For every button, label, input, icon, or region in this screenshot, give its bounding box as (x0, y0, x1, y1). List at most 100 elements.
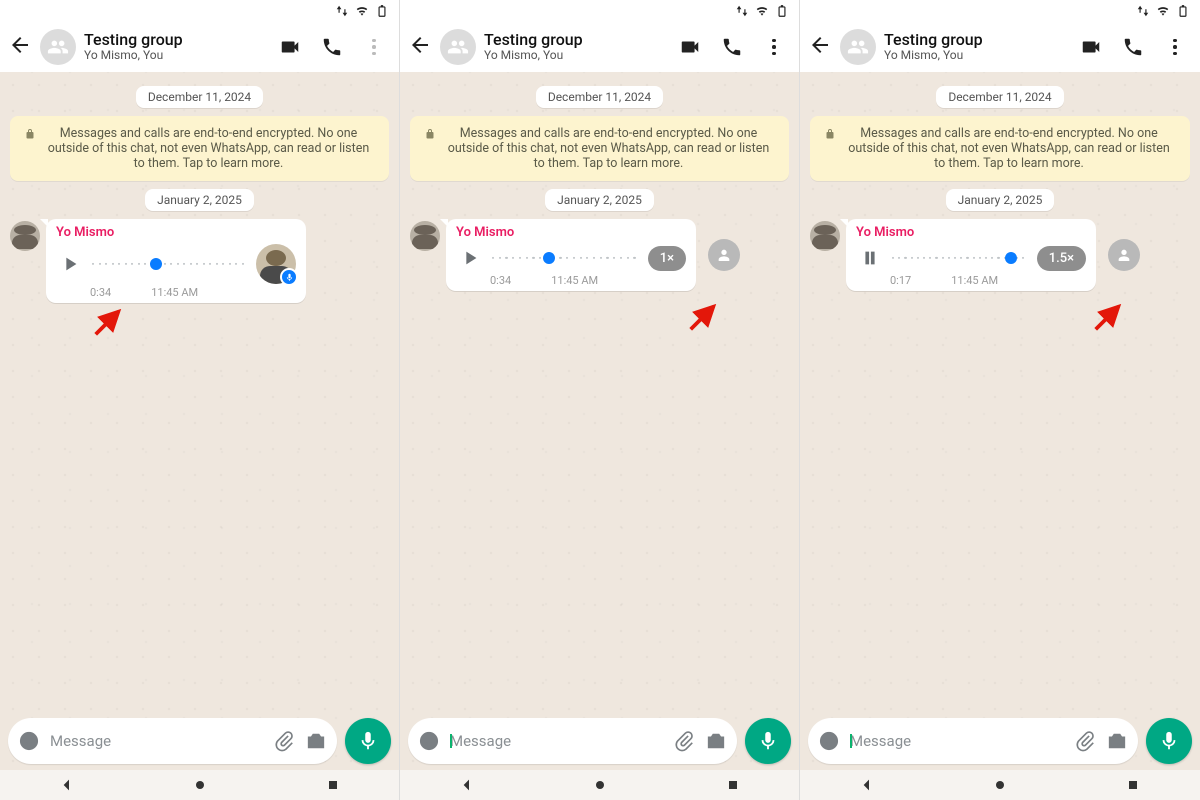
sender-avatar[interactable] (10, 221, 40, 251)
wifi-icon (1156, 4, 1170, 18)
record-voice-button[interactable] (745, 718, 791, 764)
nav-home-icon[interactable] (192, 777, 208, 793)
chat-subtitle: Yo Mismo, You (484, 49, 665, 63)
lock-icon (24, 128, 36, 140)
voice-duration: 0:34 (490, 274, 511, 287)
chat-title-block[interactable]: Testing group Yo Mismo, You (484, 31, 665, 63)
playback-speed-button[interactable]: 1.5× (1037, 246, 1086, 271)
back-button[interactable] (808, 33, 832, 61)
group-avatar[interactable] (440, 29, 476, 65)
encryption-text: Messages and calls are end-to-end encryp… (42, 126, 375, 171)
nav-home-icon[interactable] (992, 777, 1008, 793)
video-call-button[interactable] (673, 36, 707, 58)
sender-avatar[interactable] (810, 221, 840, 251)
screen-1: Testing group Yo Mismo, You December 11,… (0, 0, 400, 800)
group-avatar[interactable] (840, 29, 876, 65)
voice-call-button[interactable] (1116, 36, 1150, 58)
encryption-notice[interactable]: Messages and calls are end-to-end encryp… (410, 116, 789, 181)
more-menu-button[interactable] (1158, 39, 1192, 56)
pause-button[interactable] (856, 244, 884, 272)
voice-message-bubble[interactable]: Yo Mismo 1.5× 0:17 11:45 AM (846, 219, 1096, 291)
nav-bar (0, 770, 399, 800)
voice-message-bubble[interactable]: Yo Mismo 0:34 11:45 AM (46, 219, 306, 303)
voice-message-bubble[interactable]: Yo Mismo 1× 0:34 11:45 AM (446, 219, 696, 291)
date-divider-2: January 2, 2025 (946, 189, 1055, 211)
attach-icon[interactable] (673, 730, 695, 752)
voice-call-button[interactable] (315, 36, 349, 58)
encryption-notice[interactable]: Messages and calls are end-to-end encryp… (810, 116, 1190, 181)
nav-back-icon[interactable] (859, 777, 875, 793)
scrubber-thumb[interactable] (543, 252, 555, 264)
app-bar: Testing group Yo Mismo, You (800, 22, 1200, 72)
battery-icon (1176, 4, 1190, 18)
audio-waveform (92, 263, 244, 265)
camera-icon[interactable] (1106, 730, 1128, 752)
playback-speed-button[interactable]: 1× (648, 246, 686, 271)
sticker-icon[interactable] (818, 730, 840, 752)
sender-avatar[interactable] (410, 221, 440, 251)
group-avatar[interactable] (40, 29, 76, 65)
status-bar (400, 0, 799, 22)
wifi-icon (355, 4, 369, 18)
play-button[interactable] (456, 244, 484, 272)
chat-title: Testing group (84, 31, 265, 49)
nav-recent-icon[interactable] (725, 777, 741, 793)
voice-message-row: Yo Mismo 1× 0:34 11:45 AM (410, 219, 789, 291)
message-input[interactable]: Message (808, 718, 1138, 764)
encryption-notice[interactable]: Messages and calls are end-to-end encryp… (10, 116, 389, 181)
scrubber-thumb[interactable] (150, 258, 162, 270)
more-menu-button[interactable] (757, 39, 791, 56)
camera-icon[interactable] (305, 730, 327, 752)
audio-waveform (492, 257, 636, 259)
video-call-button[interactable] (273, 36, 307, 58)
voice-avatar-wrap (252, 244, 296, 284)
attach-icon[interactable] (1074, 730, 1096, 752)
record-voice-button[interactable] (345, 718, 391, 764)
audio-scrubber[interactable] (492, 250, 636, 266)
encryption-text: Messages and calls are end-to-end encryp… (842, 126, 1176, 171)
chat-area[interactable]: December 11, 2024 Messages and calls are… (0, 72, 399, 800)
attach-icon[interactable] (273, 730, 295, 752)
nav-back-icon[interactable] (459, 777, 475, 793)
chat-area[interactable]: December 11, 2024 Messages and calls are… (400, 72, 799, 800)
message-input[interactable]: Message (8, 718, 337, 764)
screen-2: Testing group Yo Mismo, You December 11,… (400, 0, 800, 800)
data-updown-icon (735, 4, 749, 18)
voice-timestamp: 11:45 AM (551, 274, 598, 287)
message-placeholder: Message (450, 732, 663, 750)
date-divider-2: January 2, 2025 (545, 189, 654, 211)
video-call-button[interactable] (1074, 36, 1108, 58)
nav-recent-icon[interactable] (1125, 777, 1141, 793)
chat-title-block[interactable]: Testing group Yo Mismo, You (884, 31, 1066, 63)
back-button[interactable] (8, 33, 32, 61)
chat-area[interactable]: December 11, 2024 Messages and calls are… (800, 72, 1200, 800)
chat-title: Testing group (484, 31, 665, 49)
app-bar: Testing group Yo Mismo, You (400, 22, 799, 72)
nav-home-icon[interactable] (592, 777, 608, 793)
more-menu-button[interactable] (357, 39, 391, 56)
voice-call-button[interactable] (715, 36, 749, 58)
voice-sender-avatar-out (708, 239, 740, 271)
audio-scrubber[interactable] (92, 256, 244, 272)
play-button[interactable] (56, 250, 84, 278)
audio-scrubber[interactable] (892, 250, 1025, 266)
date-divider-1: December 11, 2024 (936, 86, 1063, 108)
back-button[interactable] (408, 33, 432, 61)
chat-subtitle: Yo Mismo, You (884, 49, 1066, 63)
nav-bar (800, 770, 1200, 800)
nav-recent-icon[interactable] (325, 777, 341, 793)
sticker-icon[interactable] (18, 730, 40, 752)
record-voice-button[interactable] (1146, 718, 1192, 764)
voice-meta: 0:34 11:45 AM (56, 286, 296, 299)
battery-icon (375, 4, 389, 18)
encryption-text: Messages and calls are end-to-end encryp… (442, 126, 775, 171)
composer-bar: Message (408, 718, 791, 764)
scrubber-thumb[interactable] (1005, 252, 1017, 264)
app-bar: Testing group Yo Mismo, You (0, 22, 399, 72)
camera-icon[interactable] (705, 730, 727, 752)
chat-title-block[interactable]: Testing group Yo Mismo, You (84, 31, 265, 63)
message-input[interactable]: Message (408, 718, 737, 764)
nav-back-icon[interactable] (59, 777, 75, 793)
sticker-icon[interactable] (418, 730, 440, 752)
composer-bar: Message (8, 718, 391, 764)
